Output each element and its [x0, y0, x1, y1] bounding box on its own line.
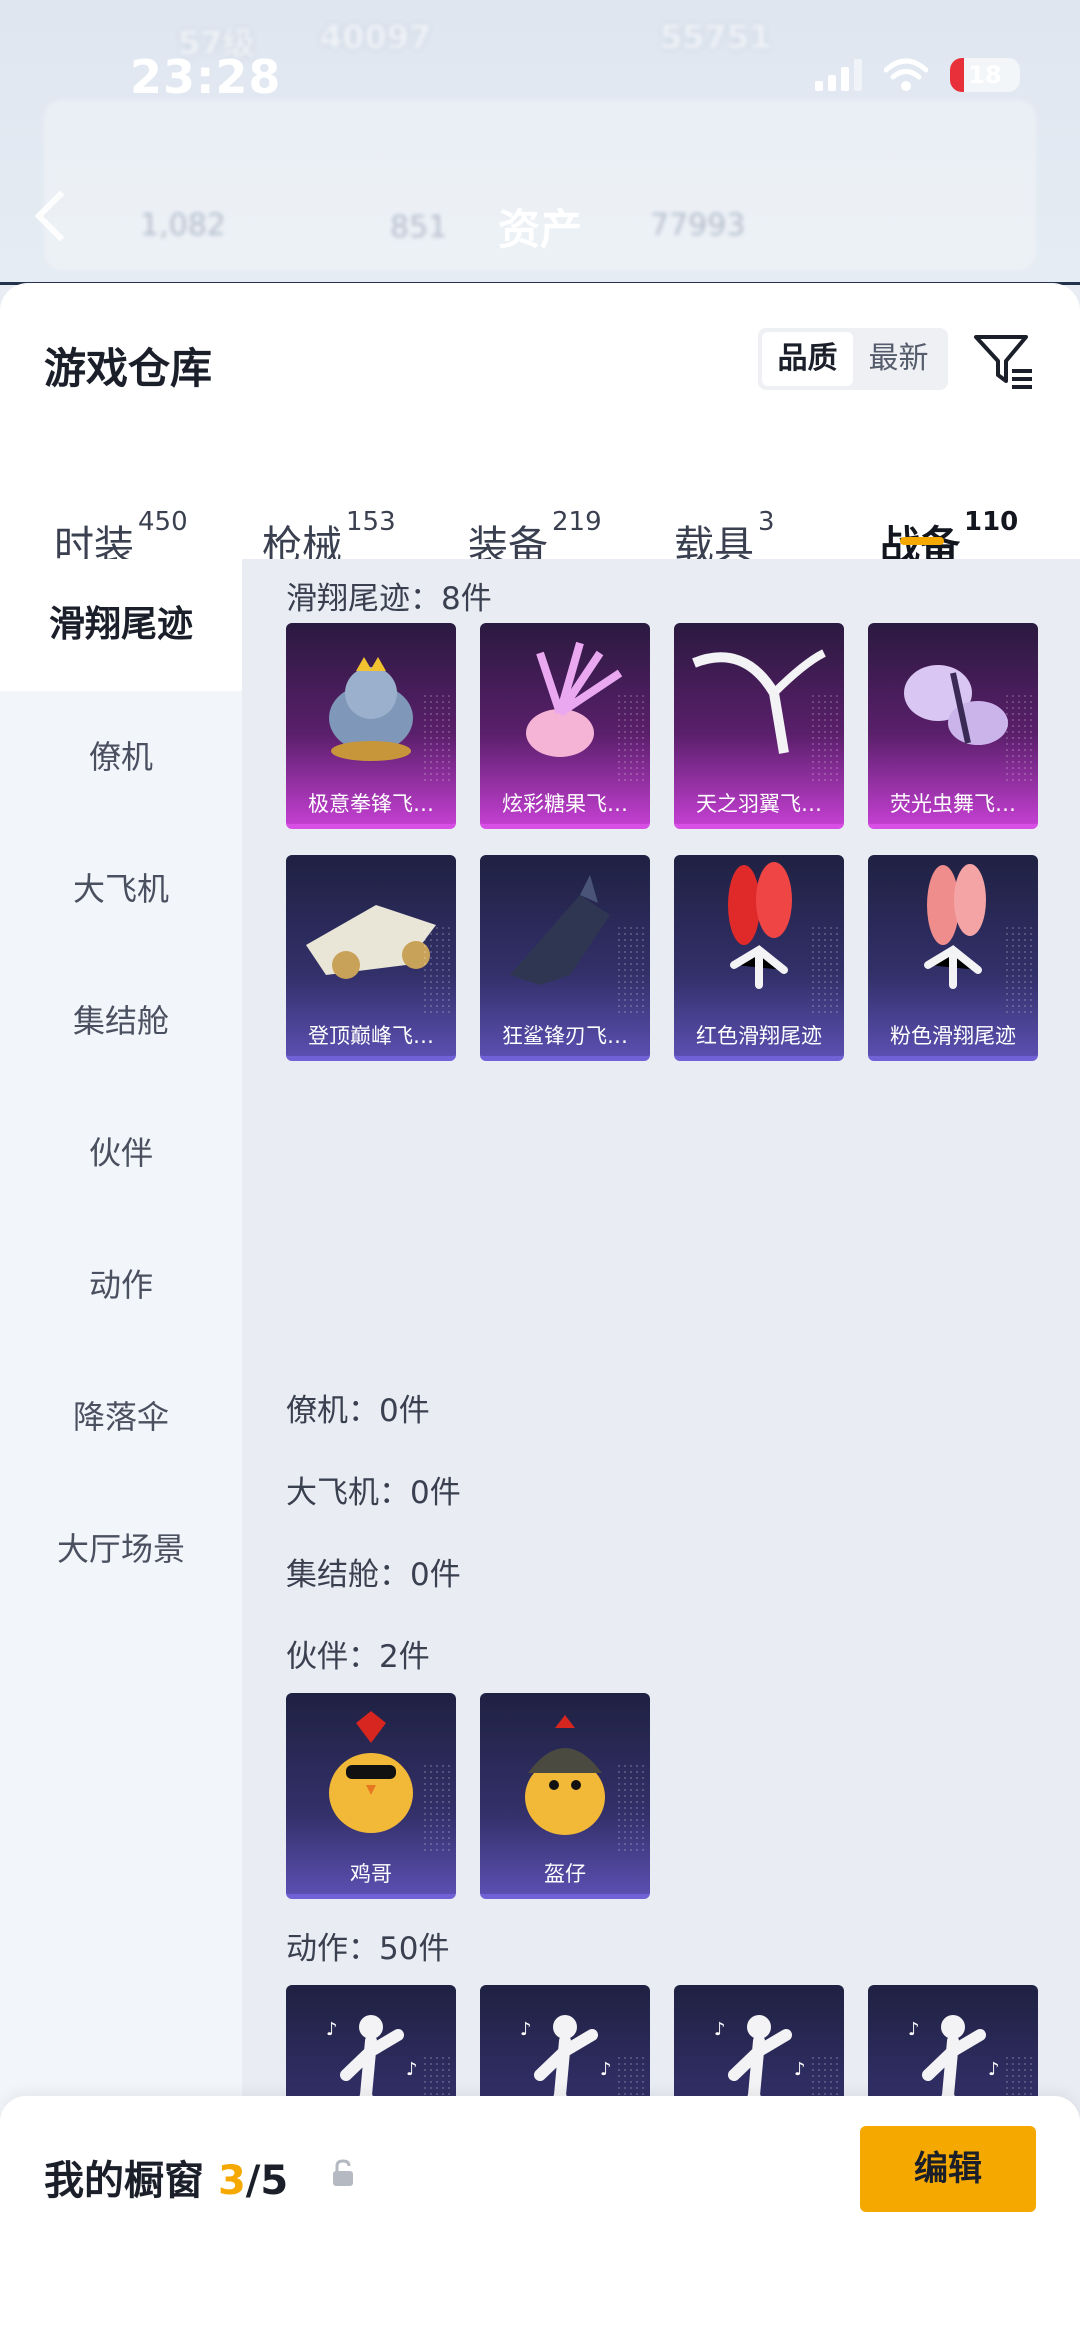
section-label-companion: 伙伴：2件 — [286, 1639, 430, 1675]
tab-count: 110 — [964, 507, 1019, 537]
item-card[interactable]: 红色滑翔尾迹 — [674, 855, 844, 1061]
showcase-bar: 我的橱窗 3/5 编辑 — [0, 2096, 1080, 2341]
sidebar-item-wingman[interactable]: 僚机 — [0, 691, 242, 823]
page-title: 资产 — [498, 205, 583, 254]
sort-quality-button[interactable]: 品质 — [762, 332, 853, 386]
card-pattern — [616, 693, 646, 783]
tab-count: 3 — [758, 507, 775, 537]
item-card[interactable]: 鸡哥 — [286, 1693, 456, 1899]
item-name: 炫彩糖果飞… — [502, 792, 628, 816]
showcase-count-current: 3 — [217, 2158, 246, 2204]
card-pattern — [422, 693, 452, 783]
item-name: 天之羽翼飞… — [696, 792, 822, 816]
category-tabs: 时装450 枪械153 装备219 载具3 战备110 — [0, 463, 1080, 569]
item-card[interactable]: 粉色滑翔尾迹 — [868, 855, 1038, 1061]
svg-text:♪: ♪ — [714, 2019, 726, 2040]
item-card[interactable]: 荧光虫舞飞… — [868, 623, 1038, 829]
item-card[interactable]: 极意拳锋飞… — [286, 623, 456, 829]
bg-stat-2: 851 — [390, 210, 448, 245]
tab-count: 219 — [552, 507, 602, 537]
item-name: 粉色滑翔尾迹 — [890, 1024, 1016, 1048]
section-label-aircraft: 大飞机：0件 — [286, 1475, 461, 1511]
sidebar-item-companion[interactable]: 伙伴 — [0, 1087, 242, 1219]
item-name: 鸡哥 — [350, 1862, 392, 1886]
item-card[interactable]: 狂鲨锋刃飞… — [480, 855, 650, 1061]
wifi-icon — [884, 58, 928, 91]
sidebar-item-glide-trail[interactable]: 滑翔尾迹 — [0, 559, 242, 691]
warehouse-sheet: 游戏仓库 品质 最新 时装450 枪械153 装备219 载具3 战备110 滑… — [0, 283, 1080, 2341]
svg-text:♪: ♪ — [520, 2019, 532, 2040]
signal-icon — [815, 59, 862, 91]
sidebar-item-aircraft[interactable]: 大飞机 — [0, 823, 242, 955]
active-tab-indicator — [900, 537, 944, 545]
svg-text:♪: ♪ — [988, 2059, 1000, 2080]
item-card[interactable]: 盔仔 — [480, 1693, 650, 1899]
item-name: 极意拳锋飞… — [308, 792, 434, 816]
item-card[interactable]: 天之羽翼飞… — [674, 623, 844, 829]
status-time: 23:28 — [130, 50, 282, 104]
item-card[interactable]: 炫彩糖果飞… — [480, 623, 650, 829]
coins-text: 40097 — [320, 18, 432, 56]
card-pattern — [616, 1763, 646, 1853]
bg-stat-1: 1,082 — [140, 208, 226, 243]
section-label-glide-trail: 滑翔尾迹：8件 — [286, 581, 492, 617]
section-label-emote: 动作：50件 — [286, 1931, 450, 1967]
item-name: 盔仔 — [544, 1862, 586, 1886]
item-name: 红色滑翔尾迹 — [696, 1024, 822, 1048]
card-pattern — [810, 925, 840, 1015]
item-name: 荧光虫舞飞… — [890, 792, 1016, 816]
sidebar: 滑翔尾迹 僚机 大飞机 集结舱 伙伴 动作 降落伞 大厅场景 — [0, 559, 242, 2341]
card-pattern — [616, 925, 646, 1015]
bg-stat-3: 77993 — [650, 208, 746, 243]
tab-count: 450 — [138, 507, 188, 537]
item-card[interactable]: 登顶巅峰飞… — [286, 855, 456, 1061]
section-label-wingman: 僚机：0件 — [286, 1393, 430, 1429]
sidebar-item-parachute[interactable]: 降落伞 — [0, 1351, 242, 1483]
svg-text:♪: ♪ — [406, 2059, 418, 2080]
edit-button[interactable]: 编辑 — [860, 2126, 1036, 2212]
sidebar-item-lobby-scene[interactable]: 大厅场景 — [0, 1483, 242, 1615]
showcase-label: 我的橱窗 3/5 — [44, 2148, 288, 2206]
sheet-title: 游戏仓库 — [44, 344, 213, 393]
section-label-pod: 集结舱：0件 — [286, 1557, 461, 1593]
sidebar-item-pod[interactable]: 集结舱 — [0, 955, 242, 1087]
card-pattern — [422, 1763, 452, 1853]
item-name: 登顶巅峰飞… — [308, 1024, 434, 1048]
item-name: 狂鲨锋刃飞… — [502, 1024, 628, 1048]
svg-text:♪: ♪ — [908, 2019, 920, 2040]
lock-icon — [333, 2159, 353, 2186]
tab-count: 153 — [346, 507, 396, 537]
card-pattern — [1004, 925, 1034, 1015]
sort-newest-button[interactable]: 最新 — [853, 332, 944, 386]
background-header: 57级 40097 55751 1,082 851 77993 23:28 18… — [0, 0, 1080, 285]
svg-text:♪: ♪ — [600, 2059, 612, 2080]
card-pattern — [1004, 693, 1034, 783]
battery-icon: 18 — [950, 58, 1020, 92]
item-content: 滑翔尾迹：8件 僚机：0件 大飞机：0件 集结舱：0件 伙伴：2件 动作：50件… — [242, 559, 1080, 2341]
sort-toggle: 品质 最新 — [758, 328, 948, 390]
showcase-count-total: /5 — [245, 2158, 289, 2204]
svg-text:♪: ♪ — [326, 2019, 338, 2040]
score-text: 55751 — [660, 18, 772, 56]
status-icons: 18 — [815, 58, 1020, 92]
showcase-title: 我的橱窗 — [44, 2158, 204, 2204]
svg-text:♪: ♪ — [794, 2059, 806, 2080]
sidebar-item-emote[interactable]: 动作 — [0, 1219, 242, 1351]
card-pattern — [422, 925, 452, 1015]
filter-icon[interactable] — [972, 329, 1036, 393]
card-pattern — [810, 693, 840, 783]
